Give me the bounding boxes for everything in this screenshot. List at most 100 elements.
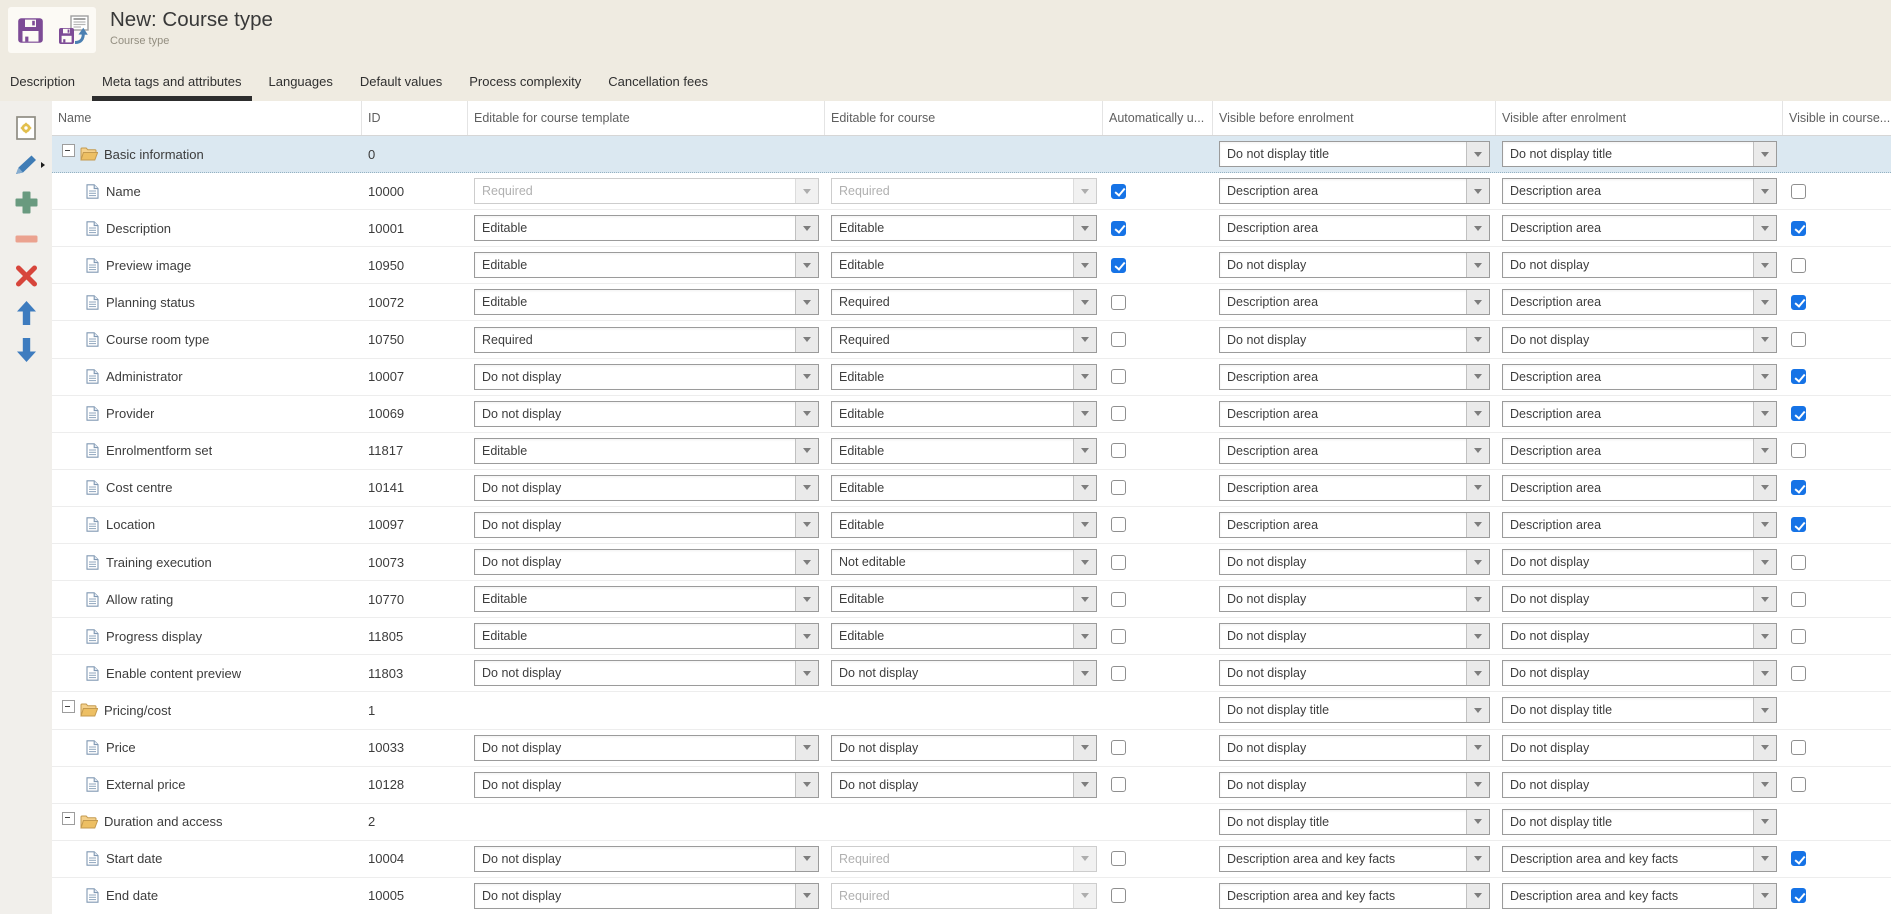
visible-after-enrolment-dropdown[interactable]: Description area: [1502, 512, 1777, 538]
visible-in-course-checkbox[interactable]: [1791, 443, 1806, 458]
visible-in-course-checkbox[interactable]: [1791, 184, 1806, 199]
editable-for-course-template-dropdown[interactable]: Editable: [474, 586, 819, 612]
visible-in-course-checkbox[interactable]: [1791, 517, 1806, 532]
visible-in-course-checkbox[interactable]: [1791, 592, 1806, 607]
visible-after-enrolment-dropdown[interactable]: Description area: [1502, 364, 1777, 390]
automatically-updated-checkbox[interactable]: [1111, 517, 1126, 532]
visible-after-enrolment-dropdown[interactable]: Description area and key facts: [1502, 883, 1777, 909]
visible-in-course-checkbox[interactable]: [1791, 480, 1806, 495]
editable-for-course-template-dropdown[interactable]: Do not display: [474, 475, 819, 501]
visible-after-enrolment-dropdown[interactable]: Do not display: [1502, 772, 1777, 798]
editable-for-course-dropdown[interactable]: Not editable: [831, 549, 1097, 575]
automatically-updated-checkbox[interactable]: [1111, 555, 1126, 570]
visible-after-enrolment-dropdown[interactable]: Do not display: [1502, 549, 1777, 575]
editable-for-course-template-dropdown[interactable]: Do not display: [474, 364, 819, 390]
visible-before-enrolment-dropdown[interactable]: Do not display title: [1219, 809, 1490, 835]
automatically-updated-checkbox[interactable]: [1111, 666, 1126, 681]
attribute-row[interactable]: Location10097Do not displayEditableDescr…: [52, 507, 1891, 544]
editable-for-course-dropdown[interactable]: Editable: [831, 623, 1097, 649]
attribute-row[interactable]: Training execution10073Do not displayNot…: [52, 544, 1891, 581]
visible-in-course-checkbox[interactable]: [1791, 332, 1806, 347]
editable-for-course-dropdown[interactable]: Editable: [831, 215, 1097, 241]
attribute-row[interactable]: Name10000RequiredRequiredDescription are…: [52, 173, 1891, 210]
visible-before-enrolment-dropdown[interactable]: Do not display: [1219, 772, 1490, 798]
automatically-updated-checkbox[interactable]: [1111, 443, 1126, 458]
automatically-updated-checkbox[interactable]: [1111, 406, 1126, 421]
editable-for-course-template-dropdown[interactable]: Editable: [474, 252, 819, 278]
editable-for-course-dropdown[interactable]: Editable: [831, 438, 1097, 464]
visible-before-enrolment-dropdown[interactable]: Do not display title: [1219, 141, 1490, 167]
editable-for-course-template-dropdown[interactable]: Editable: [474, 623, 819, 649]
editable-for-course-template-dropdown[interactable]: Do not display: [474, 660, 819, 686]
editable-for-course-template-dropdown[interactable]: Editable: [474, 289, 819, 315]
editable-for-course-template-dropdown[interactable]: Do not display: [474, 512, 819, 538]
editable-for-course-dropdown[interactable]: Do not display: [831, 772, 1097, 798]
editable-for-course-dropdown[interactable]: Required: [831, 327, 1097, 353]
visible-after-enrolment-dropdown[interactable]: Do not display title: [1502, 141, 1777, 167]
visible-before-enrolment-dropdown[interactable]: Description area: [1219, 475, 1490, 501]
automatically-updated-checkbox[interactable]: [1111, 740, 1126, 755]
editable-for-course-template-dropdown[interactable]: Do not display: [474, 401, 819, 427]
visible-after-enrolment-dropdown[interactable]: Do not display: [1502, 327, 1777, 353]
attribute-row[interactable]: Preview image10950EditableEditableDo not…: [52, 247, 1891, 284]
visible-after-enrolment-dropdown[interactable]: Description area: [1502, 178, 1777, 204]
edit-button[interactable]: [7, 150, 45, 180]
visible-before-enrolment-dropdown[interactable]: Description area: [1219, 438, 1490, 464]
tab-process-complexity[interactable]: Process complexity: [459, 62, 591, 101]
collapse-toggle-icon[interactable]: [62, 812, 75, 825]
editable-for-course-template-dropdown[interactable]: Do not display: [474, 549, 819, 575]
visible-in-course-checkbox[interactable]: [1791, 666, 1806, 681]
editable-for-course-template-dropdown[interactable]: Do not display: [474, 735, 819, 761]
automatically-updated-checkbox[interactable]: [1111, 295, 1126, 310]
move-up-button[interactable]: [7, 298, 45, 328]
visible-before-enrolment-dropdown[interactable]: Do not display: [1219, 549, 1490, 575]
attribute-row[interactable]: Enable content preview11803Do not displa…: [52, 655, 1891, 692]
tab-languages[interactable]: Languages: [259, 62, 343, 101]
editable-for-course-template-dropdown[interactable]: Editable: [474, 215, 819, 241]
attribute-row[interactable]: Price10033Do not displayDo not displayDo…: [52, 730, 1891, 767]
editable-for-course-template-dropdown[interactable]: Do not display: [474, 772, 819, 798]
automatically-updated-checkbox[interactable]: [1111, 369, 1126, 384]
visible-before-enrolment-dropdown[interactable]: Description area: [1219, 401, 1490, 427]
visible-in-course-checkbox[interactable]: [1791, 851, 1806, 866]
visible-before-enrolment-dropdown[interactable]: Do not display: [1219, 586, 1490, 612]
editable-for-course-template-dropdown[interactable]: Do not display: [474, 883, 819, 909]
visible-in-course-checkbox[interactable]: [1791, 406, 1806, 421]
new-item-button[interactable]: [7, 113, 45, 143]
editable-for-course-dropdown[interactable]: Do not display: [831, 660, 1097, 686]
editable-for-course-dropdown[interactable]: Editable: [831, 401, 1097, 427]
tab-default-values[interactable]: Default values: [350, 62, 452, 101]
visible-after-enrolment-dropdown[interactable]: Do not display: [1502, 735, 1777, 761]
visible-before-enrolment-dropdown[interactable]: Do not display: [1219, 660, 1490, 686]
visible-after-enrolment-dropdown[interactable]: Do not display: [1502, 252, 1777, 278]
editable-for-course-dropdown[interactable]: Editable: [831, 364, 1097, 390]
visible-after-enrolment-dropdown[interactable]: Do not display: [1502, 623, 1777, 649]
automatically-updated-checkbox[interactable]: [1111, 592, 1126, 607]
visible-after-enrolment-dropdown[interactable]: Description area and key facts: [1502, 846, 1777, 872]
automatically-updated-checkbox[interactable]: [1111, 258, 1126, 273]
editable-for-course-template-dropdown[interactable]: Editable: [474, 438, 819, 464]
collapse-toggle-icon[interactable]: [62, 700, 75, 713]
visible-in-course-checkbox[interactable]: [1791, 258, 1806, 273]
visible-before-enrolment-dropdown[interactable]: Description area: [1219, 289, 1490, 315]
visible-in-course-checkbox[interactable]: [1791, 221, 1806, 236]
visible-before-enrolment-dropdown[interactable]: Do not display: [1219, 327, 1490, 353]
attribute-row[interactable]: End date10005Do not displayRequiredDescr…: [52, 878, 1891, 914]
add-button[interactable]: [7, 187, 45, 217]
automatically-updated-checkbox[interactable]: [1111, 184, 1126, 199]
attribute-row[interactable]: Progress display11805EditableEditableDo …: [52, 618, 1891, 655]
attribute-row[interactable]: Course room type10750RequiredRequiredDo …: [52, 321, 1891, 358]
visible-after-enrolment-dropdown[interactable]: Description area: [1502, 289, 1777, 315]
visible-after-enrolment-dropdown[interactable]: Do not display title: [1502, 809, 1777, 835]
visible-after-enrolment-dropdown[interactable]: Description area: [1502, 438, 1777, 464]
editable-for-course-dropdown[interactable]: Editable: [831, 512, 1097, 538]
visible-in-course-checkbox[interactable]: [1791, 555, 1806, 570]
automatically-updated-checkbox[interactable]: [1111, 480, 1126, 495]
tab-cancellation-fees[interactable]: Cancellation fees: [598, 62, 718, 101]
visible-before-enrolment-dropdown[interactable]: Description area and key facts: [1219, 883, 1490, 909]
visible-in-course-checkbox[interactable]: [1791, 740, 1806, 755]
group-row[interactable]: Basic information0Do not display titleDo…: [52, 136, 1891, 173]
visible-after-enrolment-dropdown[interactable]: Do not display title: [1502, 697, 1777, 723]
visible-after-enrolment-dropdown[interactable]: Do not display: [1502, 660, 1777, 686]
editable-for-course-dropdown[interactable]: Required: [831, 289, 1097, 315]
